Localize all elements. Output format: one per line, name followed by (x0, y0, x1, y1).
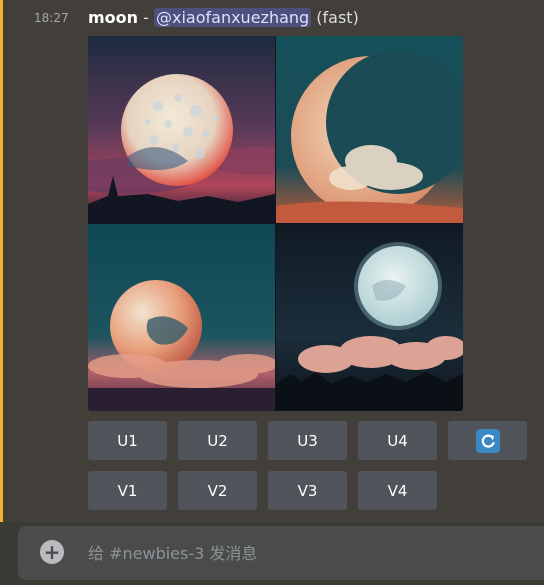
reroll-button[interactable] (448, 421, 527, 460)
generated-image-3[interactable] (88, 224, 275, 411)
refresh-icon (475, 428, 500, 453)
generated-image-1[interactable] (88, 36, 275, 223)
user-mention[interactable]: @xiaofanxuezhang (154, 8, 312, 27)
message-input[interactable] (88, 539, 508, 567)
generated-image-4[interactable] (276, 224, 463, 411)
upscale-4-button[interactable]: U4 (358, 421, 437, 460)
chat-window: 18:27 moon - @xiaofanxuezhang (fast) U1 … (0, 0, 544, 585)
upscale-2-button[interactable]: U2 (178, 421, 257, 460)
message-header: moon - @xiaofanxuezhang (fast) (88, 8, 359, 27)
image-grid[interactable] (88, 36, 463, 411)
speed-tag: (fast) (311, 8, 359, 27)
variation-3-button[interactable]: V3 (268, 471, 347, 510)
separator: - (138, 8, 154, 27)
variation-1-button[interactable]: V1 (88, 471, 167, 510)
variation-2-button[interactable]: V2 (178, 471, 257, 510)
plus-circle-icon[interactable]: + (40, 540, 64, 564)
generated-image-2[interactable] (276, 36, 463, 223)
message-composer: + (18, 526, 544, 580)
upscale-1-button[interactable]: U1 (88, 421, 167, 460)
variation-4-button[interactable]: V4 (358, 471, 437, 510)
upscale-3-button[interactable]: U3 (268, 421, 347, 460)
prompt-text: moon (88, 8, 139, 27)
message-timestamp: 18:27 (34, 11, 69, 25)
